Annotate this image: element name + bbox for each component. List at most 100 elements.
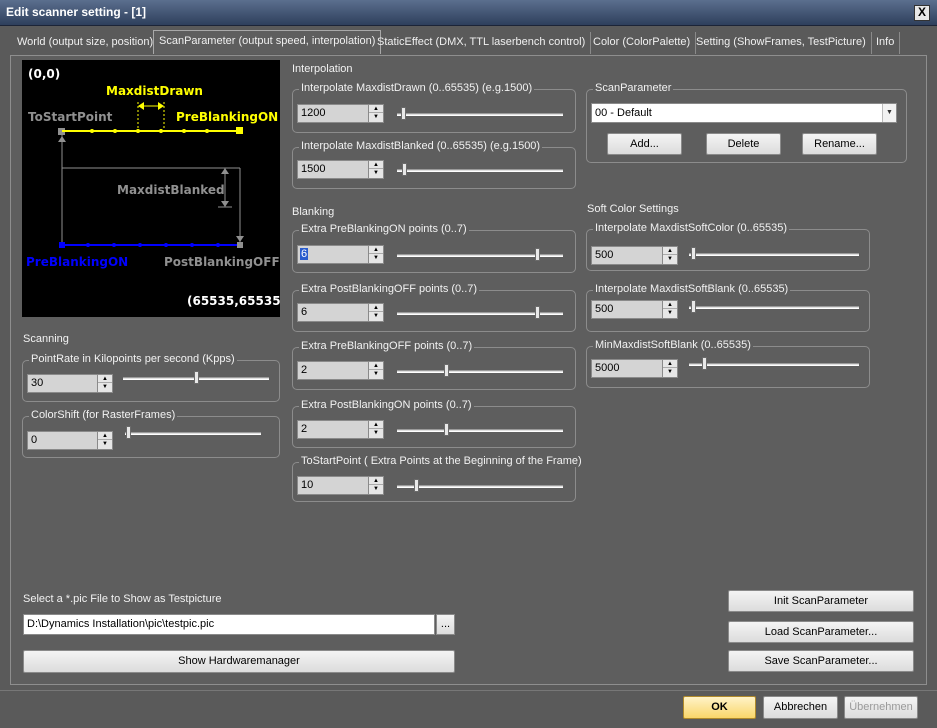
blue-point bbox=[190, 243, 194, 247]
spin-up-icon[interactable]: ▲ bbox=[663, 360, 677, 368]
color-shift-spinbox[interactable]: 0 ▲ ▼ bbox=[27, 431, 113, 450]
show-hardwaremanager-button[interactable]: Show Hardwaremanager bbox=[23, 650, 455, 673]
slider-thumb[interactable] bbox=[401, 163, 407, 176]
tab-setting[interactable]: Setting (ShowFrames, TestPicture) bbox=[691, 32, 872, 54]
spin-down-icon[interactable]: ▼ bbox=[369, 370, 383, 378]
spin-arrows[interactable]: ▲ ▼ bbox=[662, 360, 677, 377]
spin-up-icon[interactable]: ▲ bbox=[663, 301, 677, 309]
spin-down-icon[interactable]: ▼ bbox=[369, 429, 383, 437]
tab-world[interactable]: World (output size, position) bbox=[12, 32, 160, 54]
spin-down-icon[interactable]: ▼ bbox=[369, 113, 383, 121]
spin-down-icon[interactable]: ▼ bbox=[98, 383, 112, 391]
color-shift-value: 0 bbox=[31, 434, 38, 446]
spin-up-icon[interactable]: ▲ bbox=[369, 246, 383, 254]
to-start-point-slider[interactable] bbox=[397, 478, 563, 494]
maxdist-soft-blank-spinbox[interactable]: 500 ▲ ▼ bbox=[591, 300, 678, 319]
spin-arrows[interactable]: ▲ ▼ bbox=[368, 304, 383, 321]
add-button[interactable]: Add... bbox=[607, 133, 682, 155]
blue-point bbox=[138, 243, 142, 247]
slider-thumb[interactable] bbox=[702, 357, 708, 370]
apply-button[interactable]: Übernehmen bbox=[844, 696, 918, 719]
maxdist-soft-color-spinbox[interactable]: 500 ▲ ▼ bbox=[591, 246, 678, 265]
extra-postblanking-on-slider[interactable] bbox=[397, 422, 563, 438]
point-rate-slider[interactable] bbox=[123, 370, 269, 386]
extra-preblanking-off-value: 2 bbox=[301, 364, 308, 376]
color-shift-slider[interactable] bbox=[125, 425, 261, 441]
spin-arrows[interactable]: ▲ ▼ bbox=[97, 375, 112, 392]
spin-up-icon[interactable]: ▲ bbox=[98, 375, 112, 383]
spin-down-icon[interactable]: ▼ bbox=[369, 485, 383, 493]
extra-preblanking-off-slider[interactable] bbox=[397, 363, 563, 379]
slider-thumb[interactable] bbox=[535, 306, 541, 319]
extra-preblanking-on-spinbox[interactable]: 6 ▲ ▼ bbox=[297, 245, 384, 264]
spin-arrows[interactable]: ▲ ▼ bbox=[97, 432, 112, 449]
save-scanparameter-button[interactable]: Save ScanParameter... bbox=[728, 650, 914, 672]
spin-up-icon[interactable]: ▲ bbox=[369, 105, 383, 113]
extra-postblanking-on-spinbox[interactable]: 2 ▲ ▼ bbox=[297, 420, 384, 439]
scanparameter-dropdown[interactable]: 00 - Default ▼ bbox=[591, 103, 897, 123]
slider-thumb[interactable] bbox=[443, 364, 449, 377]
slider-thumb[interactable] bbox=[443, 423, 449, 436]
spin-down-icon[interactable]: ▼ bbox=[98, 440, 112, 448]
load-scanparameter-button[interactable]: Load ScanParameter... bbox=[728, 621, 914, 643]
mdb-arrow-top bbox=[221, 168, 229, 174]
blanking-heading: Blanking bbox=[292, 206, 335, 218]
cancel-button[interactable]: Abbrechen bbox=[763, 696, 838, 719]
spin-arrows[interactable]: ▲ ▼ bbox=[368, 161, 383, 178]
spin-arrows[interactable]: ▲ ▼ bbox=[368, 105, 383, 122]
spin-down-icon[interactable]: ▼ bbox=[369, 312, 383, 320]
spin-up-icon[interactable]: ▲ bbox=[369, 161, 383, 169]
spin-up-icon[interactable]: ▲ bbox=[369, 362, 383, 370]
slider-thumb[interactable] bbox=[414, 479, 419, 492]
spin-up-icon[interactable]: ▲ bbox=[369, 477, 383, 485]
slider-thumb[interactable] bbox=[126, 426, 131, 439]
spin-arrows[interactable]: ▲ ▼ bbox=[662, 301, 677, 318]
chevron-down-icon[interactable]: ▼ bbox=[882, 104, 896, 122]
browse-button[interactable]: ... bbox=[436, 614, 455, 635]
point-rate-spinbox[interactable]: 30 ▲ ▼ bbox=[27, 374, 113, 393]
to-start-point-spinbox[interactable]: 10 ▲ ▼ bbox=[297, 476, 384, 495]
spin-down-icon[interactable]: ▼ bbox=[369, 169, 383, 177]
spin-arrows[interactable]: ▲ ▼ bbox=[368, 421, 383, 438]
scan-diagram: (0,0) MaxdistDrawn ToStartPoint PreBlank… bbox=[22, 60, 280, 317]
spin-up-icon[interactable]: ▲ bbox=[98, 432, 112, 440]
slider-thumb[interactable] bbox=[691, 300, 697, 313]
slider-thumb[interactable] bbox=[535, 248, 541, 261]
extra-preblanking-on-slider[interactable] bbox=[397, 247, 563, 263]
testpicture-path-input[interactable]: D:\Dynamics Installation\pic\testpic.pic bbox=[23, 614, 435, 635]
spin-arrows[interactable]: ▲ ▼ bbox=[662, 247, 677, 264]
maxdist-soft-blank-slider[interactable] bbox=[689, 299, 859, 315]
spin-up-icon[interactable]: ▲ bbox=[369, 421, 383, 429]
rename-button[interactable]: Rename... bbox=[802, 133, 877, 155]
spin-down-icon[interactable]: ▼ bbox=[369, 254, 383, 262]
tab-info[interactable]: Info bbox=[871, 32, 901, 54]
maxdist-drawn-slider[interactable] bbox=[397, 106, 563, 122]
maxdist-blanked-spinbox[interactable]: 1500 ▲ ▼ bbox=[297, 160, 384, 179]
tab-color[interactable]: Color (ColorPalette) bbox=[588, 32, 697, 54]
extra-preblanking-off-spinbox[interactable]: 2 ▲ ▼ bbox=[297, 361, 384, 380]
spin-down-icon[interactable]: ▼ bbox=[663, 309, 677, 317]
extra-postblanking-off-slider[interactable] bbox=[397, 305, 563, 321]
tab-staticeffect[interactable]: StaticEffect (DMX, TTL laserbench contro… bbox=[372, 32, 592, 54]
spin-arrows[interactable]: ▲ ▼ bbox=[368, 246, 383, 263]
close-button[interactable]: X bbox=[914, 5, 930, 21]
spin-up-icon[interactable]: ▲ bbox=[663, 247, 677, 255]
tab-scanparameter[interactable]: ScanParameter (output speed, interpolati… bbox=[153, 30, 382, 54]
min-maxdist-soft-blank-spinbox[interactable]: 5000 ▲ ▼ bbox=[591, 359, 678, 378]
extra-postblanking-off-spinbox[interactable]: 6 ▲ ▼ bbox=[297, 303, 384, 322]
ok-button[interactable]: OK bbox=[683, 696, 756, 719]
slider-thumb[interactable] bbox=[194, 371, 199, 384]
spin-arrows[interactable]: ▲ ▼ bbox=[368, 362, 383, 379]
init-scanparameter-button[interactable]: Init ScanParameter bbox=[728, 590, 914, 612]
slider-thumb[interactable] bbox=[400, 107, 406, 120]
slider-thumb[interactable] bbox=[691, 247, 697, 260]
spin-down-icon[interactable]: ▼ bbox=[663, 368, 677, 376]
maxdist-blanked-slider[interactable] bbox=[397, 162, 563, 178]
maxdist-drawn-spinbox[interactable]: 1200 ▲ ▼ bbox=[297, 104, 384, 123]
delete-button[interactable]: Delete bbox=[706, 133, 781, 155]
spin-arrows[interactable]: ▲ ▼ bbox=[368, 477, 383, 494]
maxdist-soft-color-slider[interactable] bbox=[689, 246, 859, 262]
min-maxdist-soft-blank-slider[interactable] bbox=[689, 356, 859, 372]
spin-down-icon[interactable]: ▼ bbox=[663, 255, 677, 263]
spin-up-icon[interactable]: ▲ bbox=[369, 304, 383, 312]
